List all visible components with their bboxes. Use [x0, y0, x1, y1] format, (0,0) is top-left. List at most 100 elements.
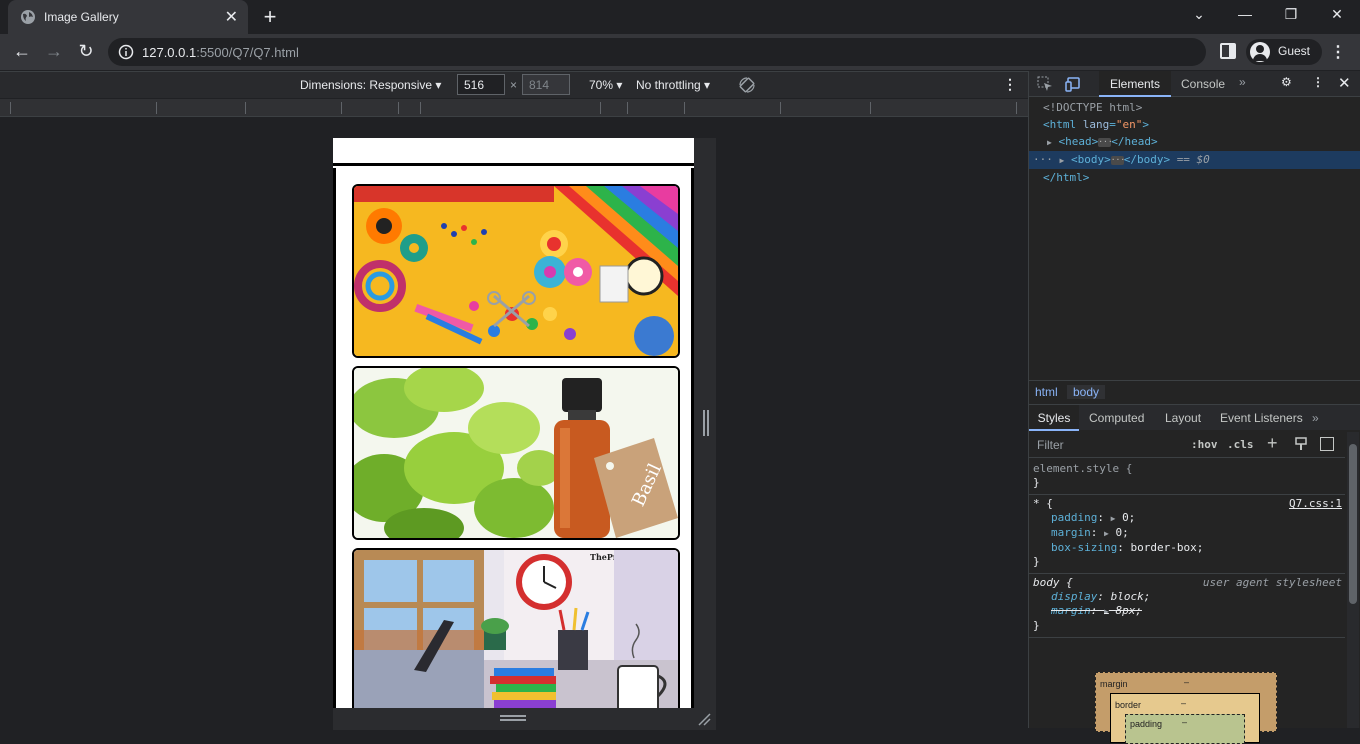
- doctype-text: <!DOCTYPE html>: [1043, 101, 1143, 114]
- prop-name: padding: [1051, 511, 1098, 524]
- browser-tab[interactable]: Image Gallery ✕: [8, 0, 248, 34]
- profile-button[interactable]: Guest: [1246, 39, 1322, 65]
- margin-value[interactable]: –: [1184, 677, 1189, 687]
- rule-close: }: [1033, 555, 1040, 568]
- paint-brush-icon[interactable]: [1294, 437, 1308, 451]
- head-close-tag: </head>: [1111, 135, 1158, 148]
- html-attr-value: "en": [1115, 118, 1143, 131]
- filter-input[interactable]: Filter: [1037, 438, 1064, 452]
- prop-margin[interactable]: margin: ▶ 0;: [1033, 526, 1341, 541]
- border-box: border – padding –: [1110, 693, 1260, 744]
- head-ellipsis[interactable]: ···: [1098, 137, 1113, 147]
- restore-button[interactable]: ❐: [1268, 6, 1314, 23]
- close-window-button[interactable]: ✕: [1314, 6, 1360, 23]
- vertical-resize-handle[interactable]: [500, 715, 526, 721]
- basil-oil-image: Basil: [354, 368, 678, 538]
- rule-element-style[interactable]: element.style { }: [1029, 460, 1345, 495]
- back-button[interactable]: ←: [10, 41, 34, 62]
- prop-margin-overridden[interactable]: margin: ▶ 8px;: [1033, 604, 1341, 619]
- horizontal-resize-handle[interactable]: [703, 410, 709, 436]
- body-ellipsis[interactable]: ···: [1110, 155, 1125, 165]
- tab-elements[interactable]: Elements: [1099, 71, 1171, 97]
- zoom-dropdown[interactable]: 70% ▾: [589, 78, 622, 92]
- chevron-down-icon[interactable]: ⌄: [1176, 6, 1222, 23]
- new-tab-button[interactable]: +: [258, 4, 282, 30]
- padding-value[interactable]: –: [1182, 717, 1187, 727]
- html-attr-name: lang: [1082, 118, 1110, 131]
- inspect-element-icon[interactable]: [1037, 76, 1053, 92]
- address-bar[interactable]: 127.0.0.1:5500/Q7/Q7.html: [108, 38, 1206, 66]
- cls-toggle[interactable]: .cls: [1227, 438, 1254, 451]
- browser-toolbar: ← → ↻ 127.0.0.1:5500/Q7/Q7.html Guest ⋮: [0, 34, 1360, 70]
- forward-button[interactable]: →: [42, 41, 66, 62]
- dom-html-open[interactable]: <html lang="en">: [1029, 116, 1360, 133]
- dom-html-close[interactable]: </html>: [1029, 169, 1360, 186]
- throttling-dropdown[interactable]: No throttling ▾: [636, 78, 710, 92]
- ua-stylesheet-label: user agent stylesheet: [1202, 576, 1342, 589]
- menu-kebab-icon[interactable]: ⋮: [1330, 42, 1346, 62]
- dimensions-dropdown[interactable]: Dimensions: Responsive ▾: [300, 78, 441, 92]
- styles-filter-bar: Filter :hov .cls +: [1029, 432, 1345, 458]
- times-sign: ×: [510, 78, 518, 92]
- prop-display[interactable]: display: block;: [1033, 590, 1341, 604]
- height-input[interactable]: 814: [522, 74, 570, 95]
- minimize-button[interactable]: —: [1222, 6, 1268, 22]
- html-close-tag: </html>: [1043, 171, 1090, 184]
- close-tab-icon[interactable]: ✕: [225, 7, 238, 27]
- dom-doctype[interactable]: <!DOCTYPE html>: [1029, 99, 1360, 116]
- devtools-menu-icon[interactable]: ⋮: [1312, 75, 1324, 89]
- padding-box: padding –: [1125, 714, 1245, 744]
- dom-head[interactable]: ▶ <head>···</head>: [1029, 133, 1360, 151]
- border-label: border: [1115, 700, 1142, 710]
- prop-value: border-box;: [1130, 541, 1204, 554]
- more-style-tabs-icon[interactable]: »: [1312, 411, 1319, 425]
- gallery-image-basil-oil[interactable]: Basil: [352, 366, 680, 540]
- info-icon[interactable]: [118, 44, 134, 60]
- prop-value: 8px;: [1115, 604, 1142, 617]
- tab-styles[interactable]: Styles: [1029, 405, 1079, 431]
- throttling-label: No throttling: [636, 78, 701, 92]
- body-close-tag: </body>: [1123, 153, 1171, 166]
- dom-body-selected[interactable]: ··· ▶ <body>···</body> == $0: [1029, 151, 1360, 169]
- prop-box-sizing[interactable]: box-sizing: border-box;: [1033, 541, 1341, 555]
- close-devtools-icon[interactable]: ✕: [1338, 74, 1351, 92]
- dom-tree: <!DOCTYPE html> <html lang="en"> ▶ <head…: [1029, 99, 1360, 186]
- profile-name: Guest: [1278, 44, 1311, 58]
- settings-gear-icon[interactable]: ⚙: [1281, 75, 1292, 89]
- tab-layout[interactable]: Layout: [1165, 411, 1201, 425]
- device-more-icon[interactable]: ⋮: [1003, 76, 1017, 93]
- tab-title: Image Gallery: [44, 10, 119, 24]
- hov-toggle[interactable]: :hov: [1191, 438, 1218, 451]
- more-tabs-icon[interactable]: »: [1239, 75, 1246, 89]
- tab-event-listeners[interactable]: Event Listeners: [1220, 411, 1303, 425]
- tab-computed[interactable]: Computed: [1089, 411, 1144, 425]
- new-rule-icon[interactable]: +: [1267, 433, 1278, 454]
- gallery-image-craft-supplies[interactable]: [352, 184, 680, 358]
- expand-body-icon[interactable]: ▶: [1060, 156, 1065, 165]
- tab-console[interactable]: Console: [1181, 77, 1225, 91]
- device-toolbar: Dimensions: Responsive ▾ 516 × 814 70% ▾…: [0, 72, 1028, 98]
- reload-button[interactable]: ↻: [74, 41, 98, 62]
- styles-scrollbar[interactable]: [1347, 432, 1359, 728]
- device-toggle-icon[interactable]: [1065, 76, 1081, 92]
- border-value[interactable]: –: [1181, 698, 1186, 708]
- rule-body-ua[interactable]: user agent stylesheet body { display: bl…: [1029, 574, 1345, 638]
- avatar: [1250, 42, 1270, 62]
- gallery-image-workspace[interactable]: ThePrint: [352, 548, 680, 708]
- prop-name: display: [1051, 590, 1098, 603]
- breadcrumb-html[interactable]: html: [1035, 385, 1058, 399]
- url-host: 127.0.0.1: [142, 45, 197, 60]
- breadcrumb-body[interactable]: body: [1067, 385, 1106, 399]
- scrollbar-thumb[interactable]: [1349, 444, 1357, 604]
- expand-head-icon[interactable]: ▶: [1047, 138, 1052, 147]
- corner-resize-icon[interactable]: [697, 712, 711, 726]
- rotate-icon[interactable]: [738, 76, 756, 94]
- sidebar-toggle-icon[interactable]: [1320, 437, 1334, 451]
- title-bar: Image Gallery ✕ + ⌄ — ❐ ✕: [0, 0, 1360, 34]
- rule-source-link[interactable]: Q7.css:1: [1289, 497, 1342, 511]
- media-query-ruler[interactable]: [0, 99, 1028, 117]
- side-panel-icon[interactable]: [1220, 43, 1236, 59]
- width-input[interactable]: 516: [457, 74, 505, 95]
- rule-universal[interactable]: Q7.css:1 * { padding: ▶ 0; margin: ▶ 0; …: [1029, 495, 1345, 574]
- prop-padding[interactable]: padding: ▶ 0;: [1033, 511, 1341, 526]
